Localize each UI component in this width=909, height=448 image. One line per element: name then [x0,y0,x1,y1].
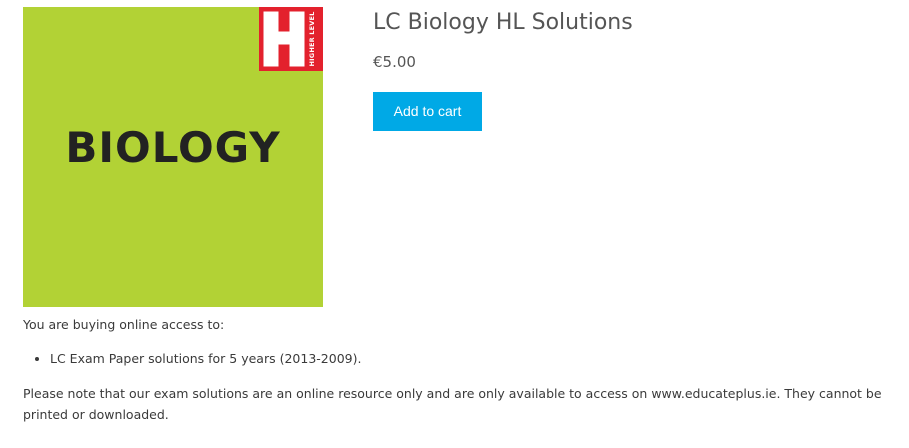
product-price: €5.00 [373,53,416,71]
cover-title: BIOLOGY [65,123,281,172]
badge-label: HIGHER LEVEL [308,11,316,67]
product-title: LC Biology HL Solutions [373,10,633,35]
description-note: Please note that our exam solutions are … [23,386,882,422]
product-image[interactable]: HIGHER LEVEL BIOLOGY [23,7,323,307]
list-item: LC Exam Paper solutions for 5 years (201… [50,348,893,369]
add-to-cart-button[interactable]: Add to cart [373,92,482,131]
description-intro: You are buying online access to: [23,317,225,332]
higher-level-badge: HIGHER LEVEL [259,7,323,71]
product-summary: LC Biology HL Solutions €5.00 Add to car… [373,7,893,131]
product-page: HIGHER LEVEL BIOLOGY LC Biology HL Solut… [0,0,909,448]
h-letter-icon [263,11,305,67]
product-description: You are buying online access to: LC Exam… [23,314,893,425]
description-list: LC Exam Paper solutions for 5 years (201… [23,348,893,369]
